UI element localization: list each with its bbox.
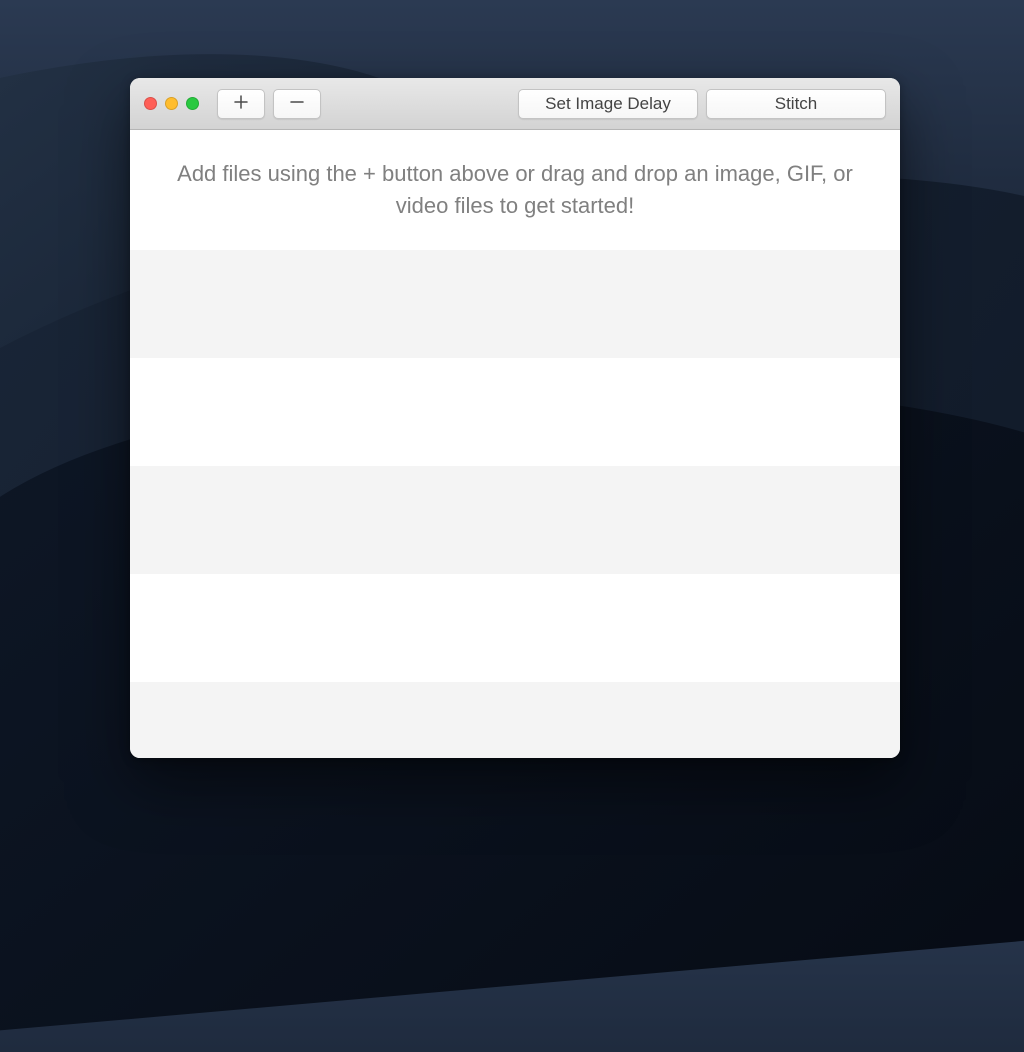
list-row bbox=[130, 250, 900, 358]
minimize-button[interactable] bbox=[165, 97, 178, 110]
minus-icon bbox=[289, 94, 305, 114]
add-file-button[interactable] bbox=[217, 89, 265, 119]
list-row bbox=[130, 682, 900, 758]
window-controls bbox=[144, 97, 199, 110]
close-button[interactable] bbox=[144, 97, 157, 110]
plus-icon bbox=[233, 94, 249, 114]
list-row bbox=[130, 466, 900, 574]
file-list[interactable] bbox=[130, 250, 900, 758]
content-area[interactable]: Add files using the + button above or dr… bbox=[130, 130, 900, 758]
app-window: Set Image Delay Stitch Add files using t… bbox=[130, 78, 900, 758]
remove-file-button[interactable] bbox=[273, 89, 321, 119]
stitch-button[interactable]: Stitch bbox=[706, 89, 886, 119]
zoom-button[interactable] bbox=[186, 97, 199, 110]
empty-state-instructions: Add files using the + button above or dr… bbox=[130, 130, 900, 250]
list-row bbox=[130, 574, 900, 682]
window-titlebar[interactable]: Set Image Delay Stitch bbox=[130, 78, 900, 130]
set-image-delay-button[interactable]: Set Image Delay bbox=[518, 89, 698, 119]
list-row bbox=[130, 358, 900, 466]
